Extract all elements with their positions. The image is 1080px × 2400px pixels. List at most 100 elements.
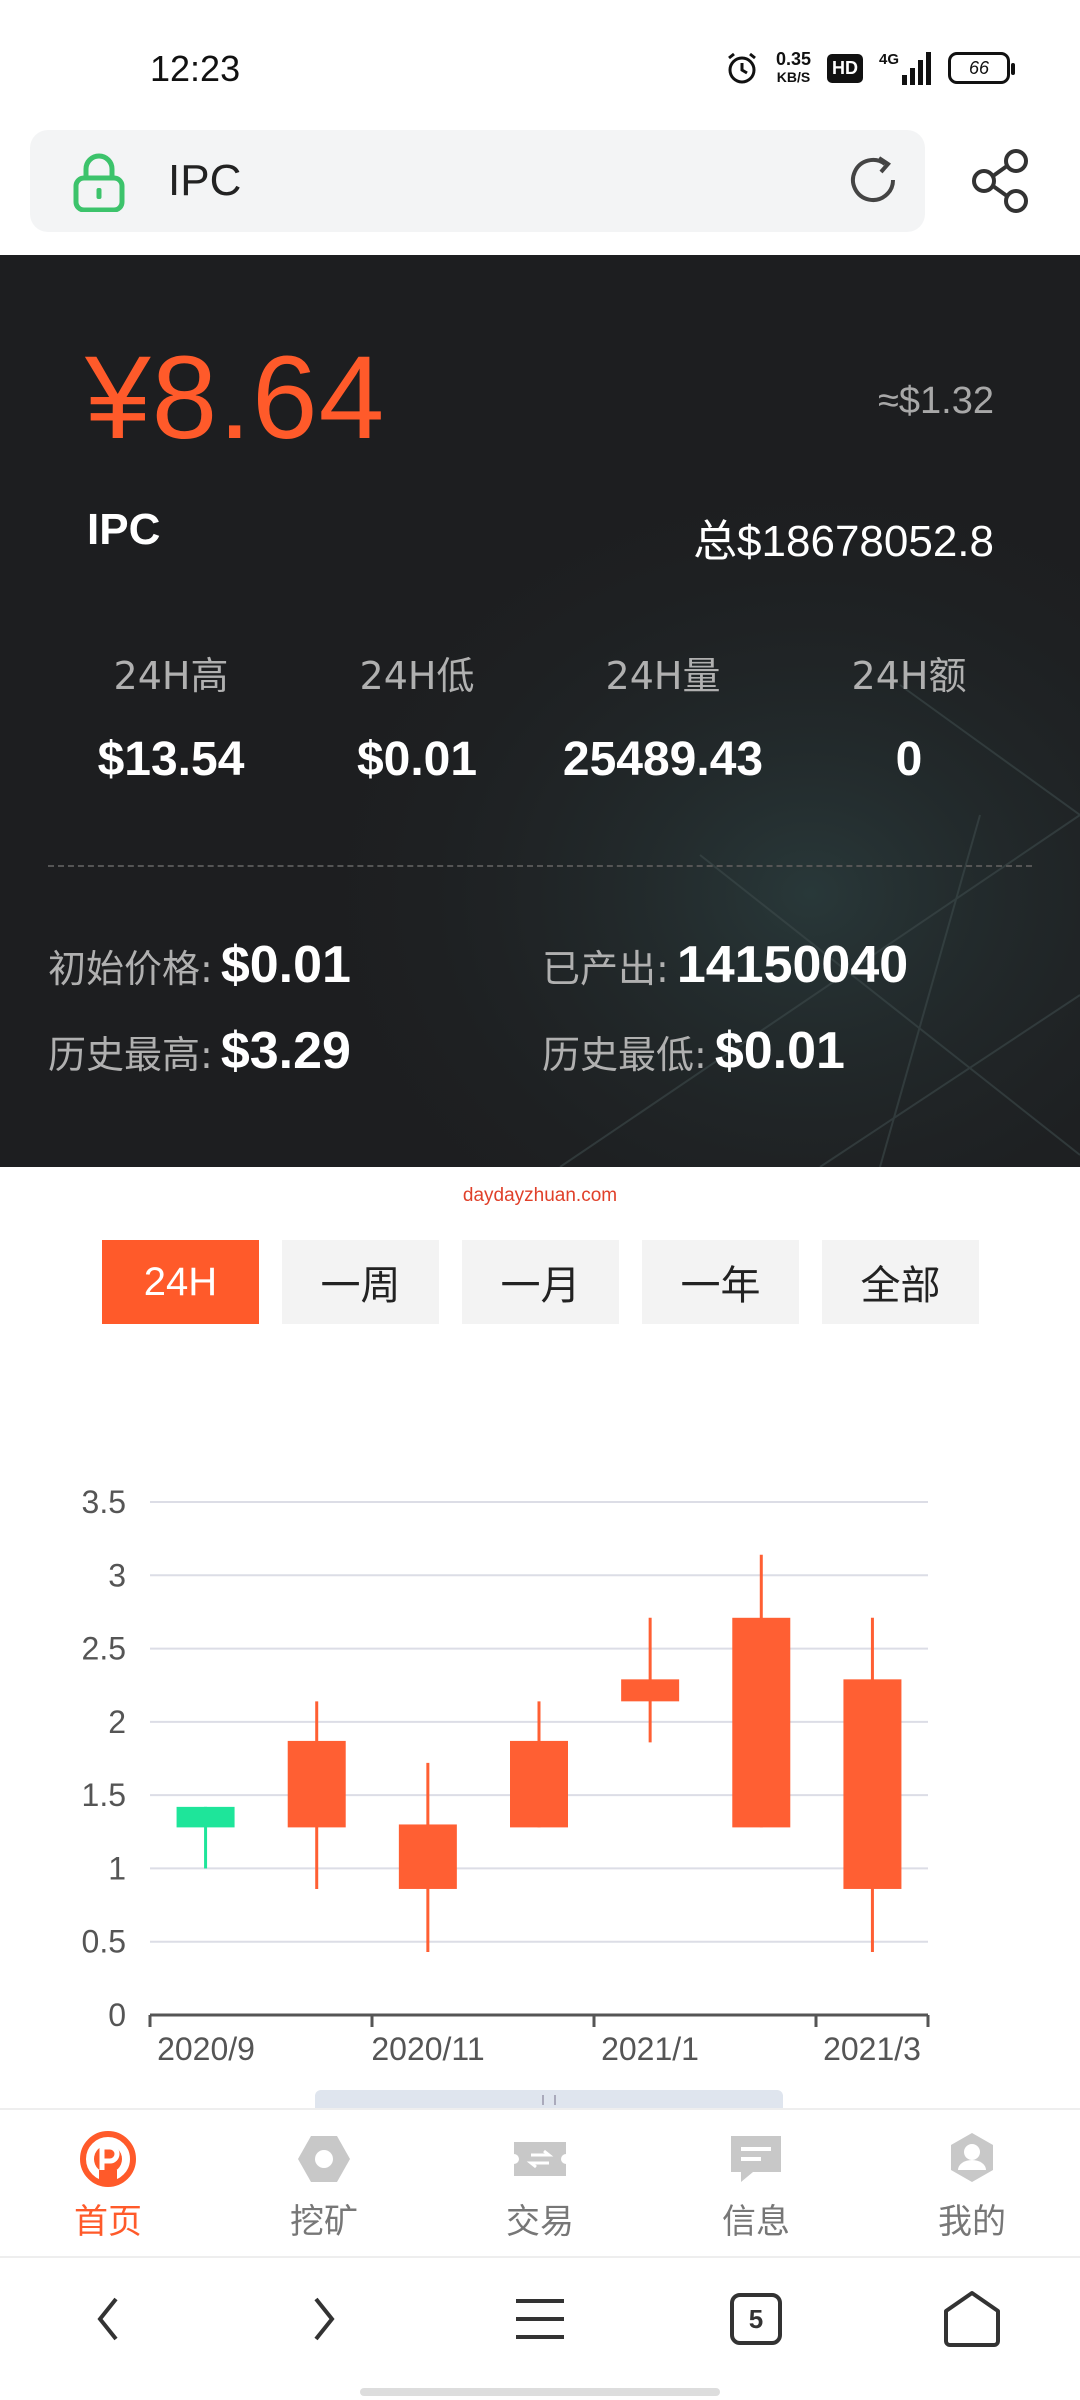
candle-body [398,1824,457,1889]
x-tick-label: 2021/1 [601,2031,699,2067]
price-usd: ≈$1.32 [878,380,994,422]
info-all-time-high: 历史最高: $3.29 [48,1021,351,1081]
address-bar[interactable]: IPC [30,130,925,232]
stat-24h-low: 24H低 $0.01 [294,645,540,787]
alarm-icon [728,52,756,84]
info-value: $3.29 [220,1022,351,1080]
home-icon [944,2291,1000,2347]
menu-button[interactable] [504,2283,576,2355]
info-initial-price: 初始价格: $0.01 [48,935,351,995]
chevron-left-icon [97,2297,118,2341]
status-bar: 12:23 0.35 KB/S HD 4G 66 [0,0,1080,130]
back-button[interactable] [72,2283,144,2355]
info-label: 历史最低: [542,1033,707,1077]
hexagon-icon [298,2136,350,2182]
bottom-nav: 首页 挖矿 交易 信息 我的 [0,2108,1080,2256]
y-tick-label: 3.5 [82,1484,126,1520]
chart-zoom-slider[interactable] [315,2090,783,2110]
period-tabs: 24H 一周 一月 一年 全部 [102,1240,979,1324]
status-time: 12:23 [150,48,241,89]
candle-body [843,1679,902,1889]
price-cny: ¥8.64 [85,332,386,464]
home-logo-icon [80,2131,136,2187]
tabs-button[interactable]: 5 [720,2283,792,2355]
signal-indicator: 4G [879,51,932,85]
status-icons: 0.35 KB/S HD 4G 66 [724,49,1015,86]
info-label: 历史最高: [48,1033,213,1077]
tab-count: 5 [748,2303,764,2334]
tab-all[interactable]: 全部 [822,1240,979,1324]
chart-canvas: 0 0.5 1 1.5 2 2.5 3 3.5 2020/9 2020/11 2021/1 2021/… [82,1484,930,2067]
x-tick-label: 2020/11 [371,2031,484,2067]
y-tick-label: 3 [108,1557,126,1593]
message-icon [731,2136,781,2182]
nav-label: 首页 [74,2202,142,2242]
nav-label: 交易 [506,2202,574,2242]
info-value: 14150040 [676,936,909,994]
y-tick-label: 0.5 [82,1924,126,1960]
stat-label: 24H高 [113,654,229,698]
info-label: 已产出: [542,947,669,991]
market-cap: 总$18678052.8 [693,517,994,566]
user-icon [951,2133,993,2182]
tab-24h[interactable]: 24H [102,1240,259,1324]
stat-24h-volume: 24H量 25489.43 [540,645,786,787]
y-tick-label: 1 [108,1850,126,1886]
browser-toolbar: 5 [0,2256,1080,2400]
slider-grip-icon[interactable] [542,2095,556,2105]
nav-label: 我的 [938,2202,1006,2242]
watermark: daydayzhuan.com [462,1185,618,1206]
ticket-icon [514,2142,566,2176]
y-tick-label: 2.5 [82,1631,126,1667]
stat-24h-amount: 24H额 0 [786,645,1032,787]
y-tick-label: 0 [108,1997,126,2033]
chevron-right-icon [314,2297,335,2341]
x-tick-label: 2021/3 [823,2031,921,2067]
info-label: 初始价格: [48,947,213,991]
nav-home[interactable]: 首页 [0,2110,216,2256]
dashed-divider [48,865,1032,867]
home-indicator[interactable] [360,2388,720,2396]
candle-body [621,1679,680,1702]
nav-label: 挖矿 [290,2202,358,2242]
info-produced: 已产出: 14150040 [542,935,908,995]
info-all-time-low: 历史最低: $0.01 [542,1021,845,1081]
stat-value: $0.01 [356,733,478,786]
battery-indicator: 66 [948,52,1015,84]
nav-label: 信息 [722,2202,790,2242]
stat-label: 24H额 [851,654,967,698]
browser-home-button[interactable] [936,2283,1008,2355]
address-text[interactable]: IPC [168,156,241,206]
nav-profile[interactable]: 我的 [864,2110,1080,2256]
coin-name: IPC [87,505,161,554]
share-icon[interactable] [970,148,1032,214]
stat-value: 0 [895,733,923,786]
candle-body [287,1740,346,1828]
signal-icon [902,52,931,85]
tab-week[interactable]: 一周 [282,1240,439,1324]
network-speed: 0.35 KB/S [775,49,811,85]
stat-value: $13.54 [97,733,245,786]
x-tick-label: 2020/9 [157,2031,255,2067]
lock-icon [73,153,125,212]
hd-badge: HD [826,53,863,83]
candle-body [176,1806,235,1828]
info-value: $0.01 [220,936,351,994]
stat-label: 24H低 [359,654,475,698]
nav-trade[interactable]: 交易 [432,2110,648,2256]
y-tick-label: 2 [108,1704,126,1740]
tab-year[interactable]: 一年 [642,1240,799,1324]
nav-mining[interactable]: 挖矿 [216,2110,432,2256]
info-value: $0.01 [714,1022,845,1080]
stat-label: 24H量 [605,654,721,698]
stat-24h-high: 24H高 $13.54 [48,645,294,787]
nav-info[interactable]: 信息 [648,2110,864,2256]
stat-value: 25489.43 [562,733,764,786]
candlestick-chart[interactable]: 0 0.5 1 1.5 2 2.5 3 3.5 2020/9 2020/11 2021/1 2021/… [0,1460,1080,2100]
refresh-icon[interactable] [843,150,903,210]
forward-button[interactable] [288,2283,360,2355]
y-tick-label: 1.5 [82,1777,126,1813]
menu-icon [516,2299,564,2339]
tab-month[interactable]: 一月 [462,1240,619,1324]
candle-body [732,1617,791,1828]
